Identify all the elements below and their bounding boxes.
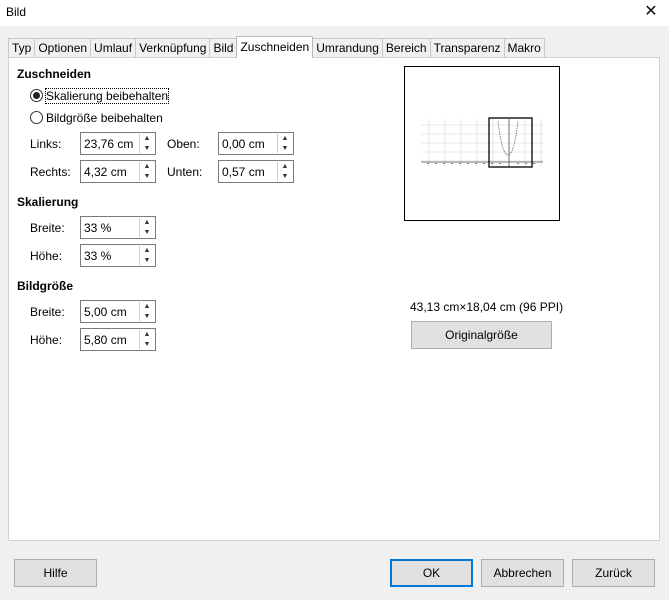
keep-scale-label[interactable]: Skalierung beibehalten xyxy=(44,88,170,104)
original-size-button[interactable]: Originalgröße xyxy=(411,321,552,349)
crop-right-label: Rechts: xyxy=(30,165,71,179)
scale-height-value[interactable]: 33 % xyxy=(84,249,111,263)
help-button[interactable]: Hilfe xyxy=(14,559,97,587)
crop-right-spinbox[interactable]: 4,32 cm ▲ ▼ xyxy=(80,160,156,183)
tab-optionen[interactable]: Optionen xyxy=(34,38,92,58)
crop-top-value[interactable]: 0,00 cm xyxy=(222,137,265,151)
cancel-button[interactable]: Abbrechen xyxy=(481,559,564,587)
spin-down-icon[interactable]: ▼ xyxy=(140,256,154,265)
size-width-label: Breite: xyxy=(30,305,65,319)
scale-width-spinbox[interactable]: 33 % ▲ ▼ xyxy=(80,216,156,239)
crop-bottom-label: Unten: xyxy=(167,165,203,179)
tab-transparenz[interactable]: Transparenz xyxy=(429,38,505,58)
scale-width-value[interactable]: 33 % xyxy=(84,221,111,235)
tab-typ[interactable]: Typ xyxy=(8,38,36,58)
tab-bild[interactable]: Bild xyxy=(209,38,238,58)
scale-width-label: Breite: xyxy=(30,221,65,235)
spin-up-icon[interactable]: ▲ xyxy=(140,162,154,171)
tab-umrandung[interactable]: Umrandung xyxy=(312,38,383,58)
tab-panel-zuschneiden: Zuschneiden Skalierung beibehalten Bildg… xyxy=(8,57,660,541)
scale-height-label: Höhe: xyxy=(30,249,63,263)
title-bar: Bild ✕ xyxy=(0,0,669,26)
size-height-value[interactable]: 5,80 cm xyxy=(84,333,127,347)
reset-button[interactable]: Zurück xyxy=(572,559,655,587)
tab-makro[interactable]: Makro xyxy=(503,38,545,58)
spin-down-icon[interactable]: ▼ xyxy=(140,144,154,153)
crop-bottom-spinbox[interactable]: 0,57 cm ▲ ▼ xyxy=(218,160,294,183)
crop-left-spinbox[interactable]: 23,76 cm ▲ ▼ xyxy=(80,132,156,155)
spin-up-icon[interactable]: ▲ xyxy=(278,162,292,171)
crop-top-spinbox[interactable]: 0,00 cm ▲ ▼ xyxy=(218,132,294,155)
tab-zuschneiden[interactable]: Zuschneiden xyxy=(236,36,314,58)
spin-up-icon[interactable]: ▲ xyxy=(140,134,154,143)
crop-preview-image xyxy=(404,66,560,221)
keep-size-radio[interactable] xyxy=(30,111,43,124)
spin-down-icon[interactable]: ▼ xyxy=(140,172,154,181)
spin-down-icon[interactable]: ▼ xyxy=(140,228,154,237)
spin-down-icon[interactable]: ▼ xyxy=(140,312,154,321)
spin-up-icon[interactable]: ▲ xyxy=(140,246,154,255)
spin-down-icon[interactable]: ▼ xyxy=(278,172,292,181)
graph-thumbnail xyxy=(421,117,543,168)
ok-button[interactable]: OK xyxy=(390,559,473,587)
spin-up-icon[interactable]: ▲ xyxy=(140,302,154,311)
window-title: Bild xyxy=(6,5,27,19)
size-width-value[interactable]: 5,00 cm xyxy=(84,305,127,319)
scale-group-title: Skalierung xyxy=(17,195,79,209)
crop-top-label: Oben: xyxy=(167,137,200,151)
tab-bar: Typ Optionen Umlauf Verknüpfung Bild Zus… xyxy=(8,36,545,58)
size-height-label: Höhe: xyxy=(30,333,63,347)
scale-height-spinbox[interactable]: 33 % ▲ ▼ xyxy=(80,244,156,267)
spin-down-icon[interactable]: ▼ xyxy=(278,144,292,153)
tab-umlauf[interactable]: Umlauf xyxy=(90,38,137,58)
size-width-spinbox[interactable]: 5,00 cm ▲ ▼ xyxy=(80,300,156,323)
crop-group-title: Zuschneiden xyxy=(17,67,92,81)
spin-down-icon[interactable]: ▼ xyxy=(140,340,154,349)
size-group-title: Bildgröße xyxy=(17,279,73,293)
keep-size-label[interactable]: Bildgröße beibehalten xyxy=(46,111,163,125)
spin-up-icon[interactable]: ▲ xyxy=(140,218,154,227)
spin-up-icon[interactable]: ▲ xyxy=(140,330,154,339)
crop-left-value[interactable]: 23,76 cm xyxy=(84,137,133,151)
spin-up-icon[interactable]: ▲ xyxy=(278,134,292,143)
keep-scale-radio[interactable] xyxy=(30,89,43,102)
original-size-info: 43,13 cm×18,04 cm (96 PPI) xyxy=(410,300,564,314)
size-height-spinbox[interactable]: 5,80 cm ▲ ▼ xyxy=(80,328,156,351)
tab-bereich[interactable]: Bereich xyxy=(381,38,431,58)
close-icon[interactable]: ✕ xyxy=(633,0,669,26)
tab-verknuepfung[interactable]: Verknüpfung xyxy=(135,38,211,58)
crop-bottom-value[interactable]: 0,57 cm xyxy=(222,165,265,179)
crop-left-label: Links: xyxy=(30,137,62,151)
crop-right-value[interactable]: 4,32 cm xyxy=(84,165,127,179)
